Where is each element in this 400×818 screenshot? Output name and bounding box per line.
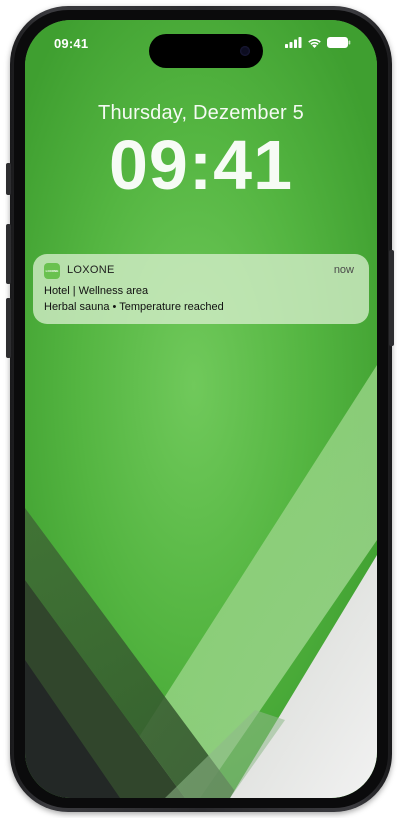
- battery-icon: [327, 37, 351, 48]
- wifi-icon: [308, 39, 321, 48]
- action-button: [6, 163, 11, 195]
- power-button: [389, 250, 394, 346]
- dynamic-island: [149, 34, 263, 68]
- signal-icon: [285, 37, 302, 48]
- notification-body: Herbal sauna • Temperature reached: [44, 301, 224, 313]
- notification-time: now: [333, 264, 354, 276]
- stage: 09:41 Thursday, Dezember 5 09:41 LOXONE …: [0, 0, 400, 818]
- volume-down-button: [6, 298, 11, 358]
- lock-screen: 09:41 Thursday, Dezember 5 09:41 LOXONE …: [25, 20, 377, 798]
- notification-card[interactable]: LOXONE LOXONE now Hotel | Wellness area …: [33, 254, 369, 324]
- lock-date: Thursday, Dezember 5: [98, 102, 304, 124]
- notification-app-name: LOXONE: [67, 264, 115, 276]
- status-icons: [285, 37, 351, 48]
- lock-clock: 09:41: [108, 126, 294, 204]
- app-icon-label: LOXONE: [45, 269, 59, 273]
- status-time: 09:41: [54, 36, 89, 51]
- notification-title: Hotel | Wellness area: [44, 285, 149, 297]
- loxone-app-icon: LOXONE: [44, 263, 60, 279]
- front-camera: [240, 46, 250, 56]
- volume-up-button: [6, 224, 11, 284]
